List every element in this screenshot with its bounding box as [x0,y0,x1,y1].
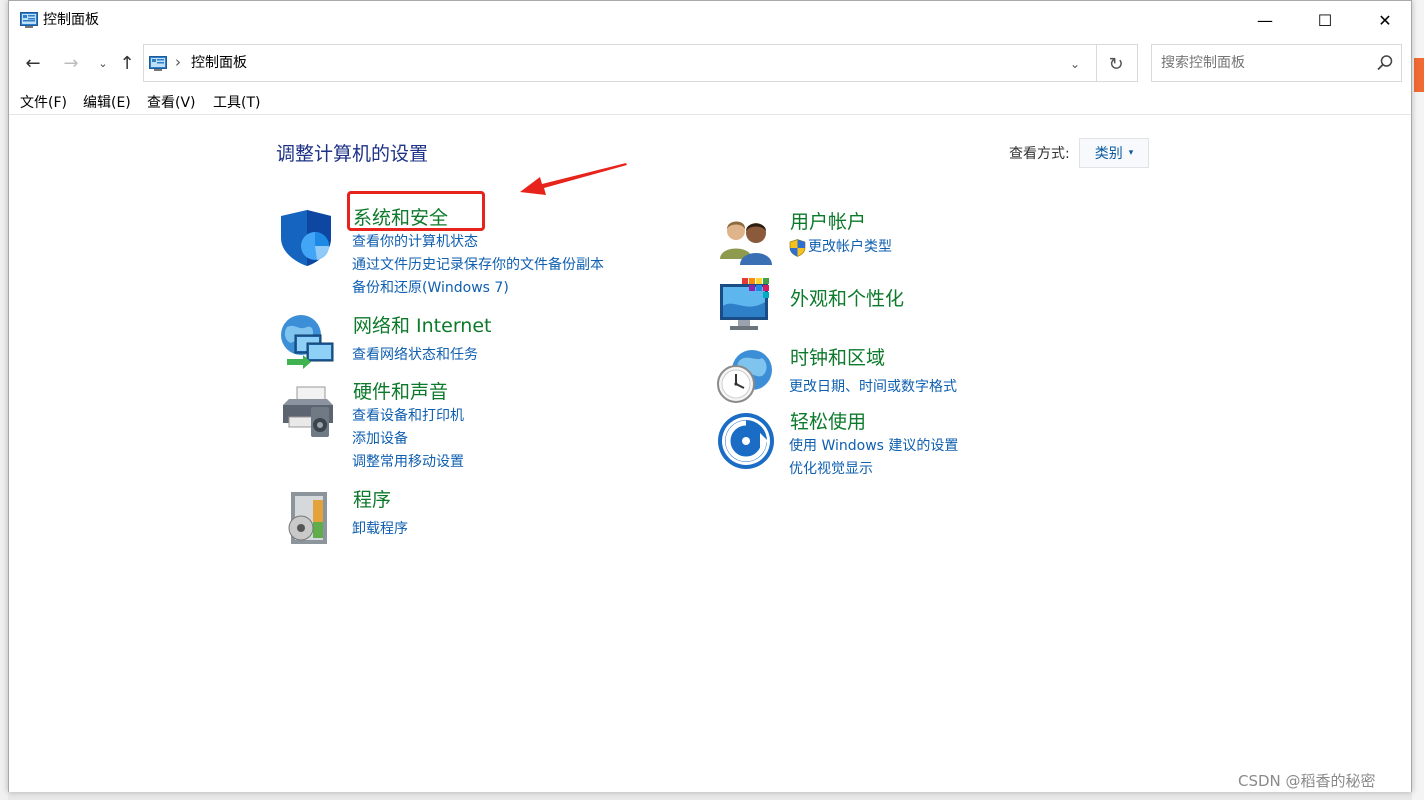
link-change-date-time-format[interactable]: 更改日期、时间或数字格式 [789,377,957,397]
control-panel-icon [20,12,38,28]
category-title-hardware-sound[interactable]: 硬件和声音 [353,380,448,404]
search-input[interactable] [1161,55,1361,71]
background-edge-left [0,0,8,800]
page-title: 调整计算机的设置 [276,143,429,165]
link-view-devices-printers[interactable]: 查看设备和打印机 [352,406,464,426]
view-by-value: 类别 [1094,146,1123,162]
shield-icon[interactable] [277,208,337,268]
link-windows-recommended-settings[interactable]: 使用 Windows 建议的设置 [789,436,958,456]
refresh-button[interactable]: ↻ [1102,53,1130,75]
category-title-user-accounts[interactable]: 用户帐户 [790,210,866,234]
menu-edit[interactable]: 编辑(E) [83,94,131,112]
view-by-label: 查看方式: [1009,146,1070,162]
category-title-ease-of-access[interactable]: 轻松使用 [790,410,866,434]
appearance-monitor-icon[interactable] [716,276,776,336]
link-optimize-visual-display[interactable]: 优化视觉显示 [789,459,873,479]
link-change-account-type[interactable]: 更改帐户类型 [808,237,892,257]
category-title-programs[interactable]: 程序 [353,488,391,512]
network-globe-icon[interactable] [277,313,337,373]
menu-bar: 文件(F) 编辑(E) 查看(V) 工具(T) [9,89,1411,115]
watermark: CSDN @稻香的秘密 [1238,772,1376,790]
menu-tools[interactable]: 工具(T) [213,94,260,112]
title-bar: 控制面板 — ☐ ✕ [9,1,1411,39]
maximize-button[interactable]: ☐ [1295,1,1355,39]
link-view-computer-status[interactable]: 查看你的计算机状态 [352,232,478,252]
link-file-history-backup[interactable]: 通过文件历史记录保存你的文件备份副本 [352,255,604,275]
background-app-strip [1412,0,1424,800]
search-icon[interactable] [1376,54,1394,72]
users-icon[interactable] [716,211,776,271]
annotation-arrow-icon [520,163,627,195]
window-title: 控制面板 [43,12,99,28]
control-panel-icon [149,56,167,71]
link-view-network-status[interactable]: 查看网络状态和任务 [352,345,478,365]
background-app-accent [1414,58,1424,92]
forward-button[interactable]: → [59,51,83,75]
address-bar[interactable]: › 控制面板 ⌄ ↻ [143,44,1138,82]
control-panel-window: 控制面板 — ☐ ✕ ← → ⌄ ↑ › 控制面板 ⌄ ↻ 搜索控制面板 文件(… [8,0,1412,792]
programs-icon[interactable] [277,488,337,548]
link-add-device[interactable]: 添加设备 [352,429,408,449]
address-dropdown-button[interactable]: ⌄ [1064,54,1086,74]
recent-locations-button[interactable]: ⌄ [91,51,115,75]
breadcrumb-control-panel[interactable]: 控制面板 [191,54,247,72]
menu-view[interactable]: 查看(V) [147,94,196,112]
minimize-button[interactable]: — [1235,1,1295,39]
close-button[interactable]: ✕ [1355,1,1415,39]
view-by-dropdown[interactable]: 类别 ▾ [1079,138,1149,168]
category-title-clock-region[interactable]: 时钟和区域 [790,346,885,370]
search-box[interactable] [1151,44,1402,82]
category-title-appearance[interactable]: 外观和个性化 [790,287,904,311]
annotation-highlight-box [347,191,485,231]
breadcrumb-separator[interactable]: › [175,53,181,71]
divider [1096,45,1097,81]
ease-of-access-icon[interactable] [716,411,776,471]
link-backup-restore[interactable]: 备份和还原(Windows 7) [352,278,509,298]
link-mobility-settings[interactable]: 调整常用移动设置 [352,452,464,472]
category-title-network-internet[interactable]: 网络和 Internet [353,314,491,338]
link-uninstall-program[interactable]: 卸载程序 [352,519,408,539]
printer-icon[interactable] [277,381,337,441]
uac-shield-icon [789,239,806,257]
navigation-bar: ← → ⌄ ↑ › 控制面板 ⌄ ↻ [9,39,1411,87]
back-button[interactable]: ← [21,51,45,75]
up-button[interactable]: ↑ [115,51,139,75]
clock-globe-icon[interactable] [716,346,776,406]
main-content: 调整计算机的设置 查看方式: 类别 ▾ 系统和安全 查看你的计算机状态 通过文件… [9,116,1411,792]
chevron-down-icon: ▾ [1128,148,1134,158]
menu-file[interactable]: 文件(F) [20,94,67,112]
